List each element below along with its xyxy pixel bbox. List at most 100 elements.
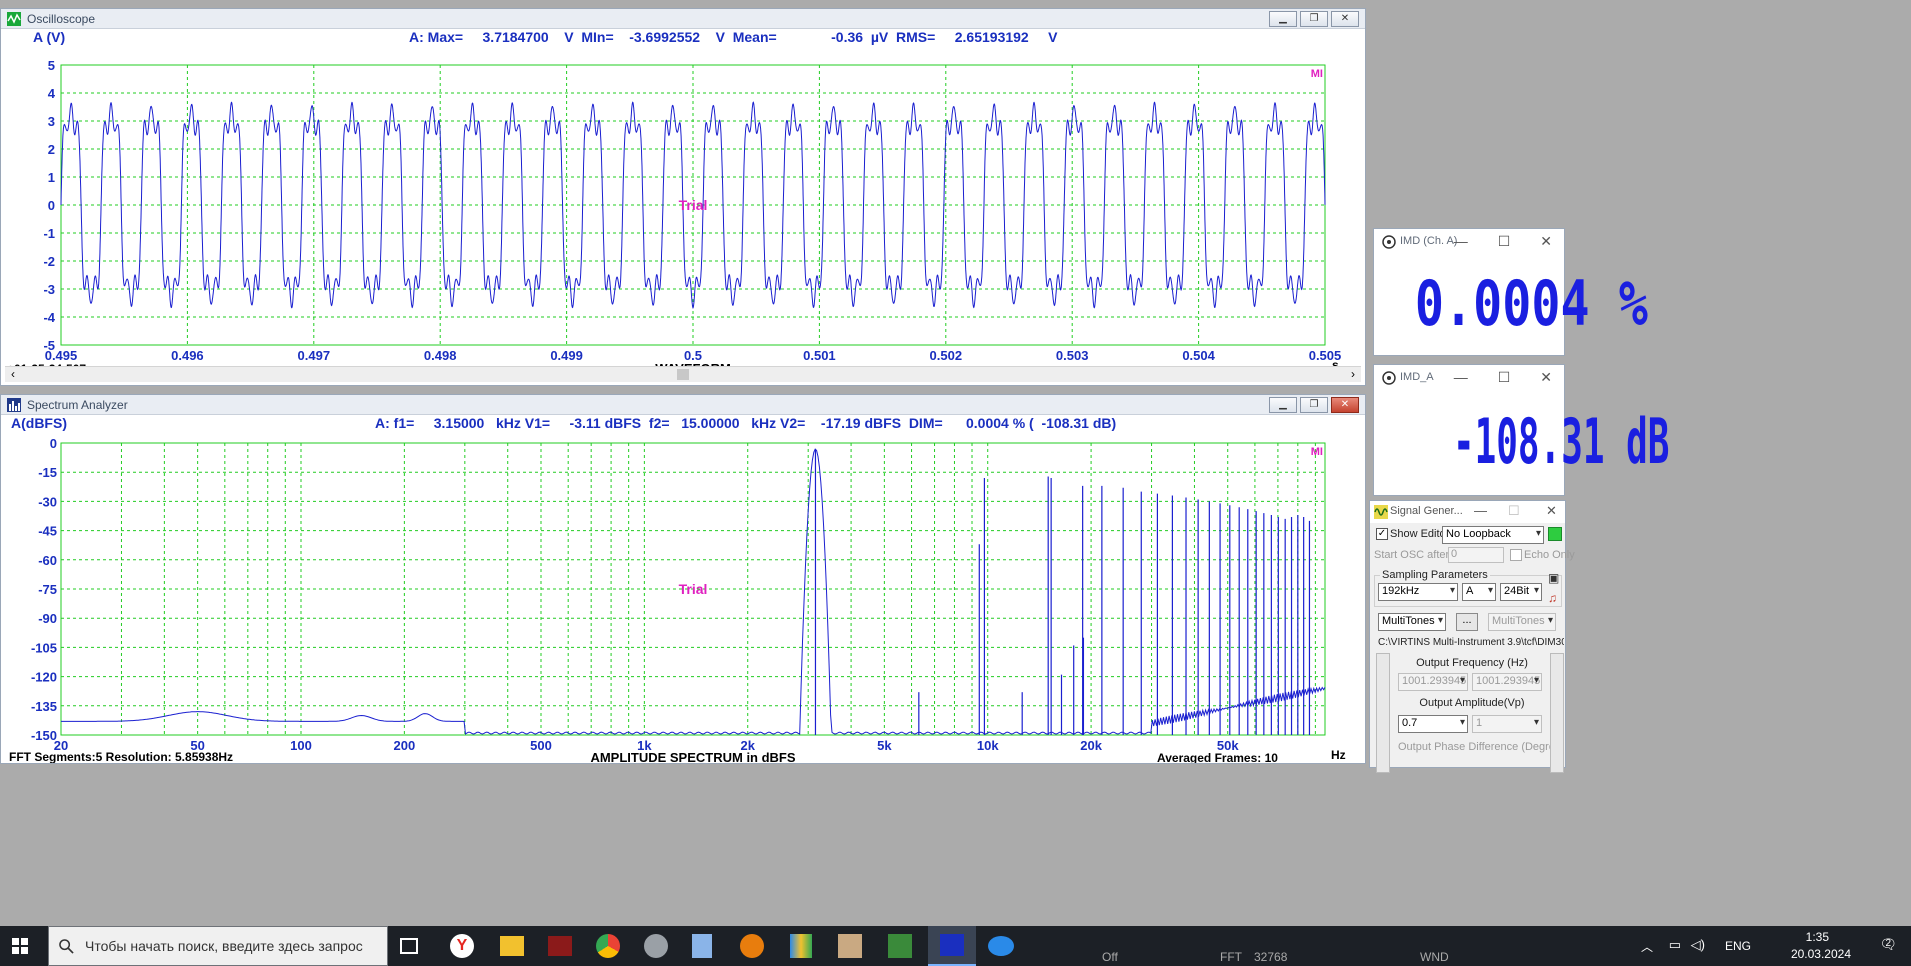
close-button[interactable]: ✕: [1540, 369, 1552, 386]
vertical-slider-left[interactable]: [1376, 653, 1390, 773]
spec-y-tick-label: -30: [38, 494, 57, 509]
windows-start-icon[interactable]: [12, 938, 28, 954]
oscilloscope-app-icon: [7, 12, 21, 26]
save-icon[interactable]: ▣: [1548, 571, 1559, 585]
file-explorer-icon[interactable]: [500, 936, 524, 956]
spec-y-tick-label: -60: [38, 553, 57, 568]
spectrum-titlebar[interactable]: Spectrum Analyzer ▁ ❐ ✕: [1, 395, 1365, 415]
search-placeholder: Чтобы начать поиск, введите здесь запрос: [85, 938, 363, 954]
taskbar-search[interactable]: Чтобы начать поиск, введите здесь запрос: [48, 926, 388, 966]
app-icon-7[interactable]: [988, 936, 1014, 956]
spec-footer-label: AMPLITUDE SPECTRUM in dBFS: [590, 750, 795, 763]
phase-diff-label: Output Phase Difference (Degree): [1398, 741, 1550, 753]
vertical-slider-right[interactable]: [1550, 653, 1564, 773]
generator-on-indicator[interactable]: [1548, 527, 1562, 541]
freq2-select[interactable]: 1001.293945: [1472, 673, 1542, 691]
echo-only-checkbox[interactable]: [1510, 549, 1522, 561]
maximize-button[interactable]: ☐: [1508, 503, 1520, 519]
imd-db-window: IMD_A — ☐ ✕ -108.31 dB: [1373, 364, 1669, 496]
minimize-button[interactable]: ▁: [1269, 11, 1297, 27]
speaker-icon[interactable]: ◁): [1691, 937, 1705, 953]
fft-size-select: 32768: [1254, 950, 1288, 964]
waveform-type-select[interactable]: MultiTones: [1378, 613, 1446, 631]
imd-percent-titlebar[interactable]: IMD (Ch. A) — ☐ ✕: [1374, 229, 1564, 253]
restore-button[interactable]: ❐: [1300, 397, 1328, 413]
app-icon-3[interactable]: [692, 934, 712, 958]
off-select: Off: [1102, 950, 1118, 964]
osc-x-tick-label: 0.503: [1056, 348, 1089, 363]
oscilloscope-titlebar[interactable]: Oscilloscope ▁ ❐ ✕: [1, 9, 1365, 29]
osc-y-tick-label: -2: [43, 254, 55, 269]
imd-percent-window: IMD (Ch. A) — ☐ ✕ 0.0004 %: [1373, 228, 1648, 356]
spec-x-tick-label: 200: [394, 738, 416, 753]
minimize-button[interactable]: ▁: [1269, 397, 1297, 413]
imd-percent-value: 0.0004 %: [1414, 267, 1648, 340]
amp1-select[interactable]: 0.7: [1398, 715, 1468, 733]
app-icon-1[interactable]: [548, 936, 572, 956]
bit-depth-select[interactable]: 24Bit: [1500, 583, 1542, 601]
loopback-select[interactable]: No Loopback: [1442, 526, 1544, 544]
network-icon[interactable]: ▭: [1669, 937, 1681, 953]
osc-y-tick-label: 5: [48, 58, 55, 73]
siggen-title: Signal Gener...: [1390, 505, 1463, 517]
echo-only-label: Echo Only: [1524, 549, 1575, 561]
signal-generator-icon: [1374, 505, 1388, 519]
siggen-titlebar[interactable]: Signal Gener... — ☐ ✕: [1370, 501, 1565, 523]
waveform-type2-select[interactable]: MultiTones: [1488, 613, 1556, 631]
spectrum-window: Spectrum Analyzer ▁ ❐ ✕ A(dBFS) A: f1= 3…: [0, 394, 1366, 764]
notification-count: 2: [1885, 938, 1891, 949]
osc-channel-label: A (V): [33, 29, 66, 45]
minimize-button[interactable]: —: [1454, 233, 1468, 250]
osc-mi-badge: MI: [1311, 68, 1323, 80]
averaged-frames-info: Averaged Frames: 10: [1157, 751, 1278, 763]
app-icon-5[interactable]: [838, 934, 862, 958]
osc-y-tick-label: -3: [43, 282, 55, 297]
scroll-right-icon[interactable]: ›: [1351, 367, 1355, 381]
blender-icon[interactable]: [740, 934, 764, 958]
browse-button[interactable]: ...: [1456, 613, 1478, 631]
minimize-button[interactable]: —: [1474, 503, 1487, 518]
clock-date[interactable]: 20.03.2024: [1791, 947, 1851, 961]
amp2-select[interactable]: 1: [1472, 715, 1542, 733]
multi-instrument-icon[interactable]: [928, 926, 976, 966]
start-osc-input[interactable]: 0: [1448, 547, 1504, 563]
channel-select[interactable]: A: [1462, 583, 1496, 601]
task-view-icon[interactable]: [400, 938, 418, 954]
clock-time[interactable]: 1:35: [1806, 930, 1829, 944]
app-icon-2[interactable]: [644, 934, 668, 958]
tray-chevron-icon[interactable]: ︿: [1641, 938, 1653, 955]
show-editor-checkbox[interactable]: ✓: [1376, 528, 1388, 540]
osc-y-tick-label: 3: [48, 114, 55, 129]
spec-plot[interactable]: 20 50 100 200 500 1k 2k 5k 10k 20k 50k0-15-30-45-6…: [1, 433, 1365, 763]
minimize-button[interactable]: —: [1454, 369, 1468, 386]
close-button[interactable]: ✕: [1331, 397, 1359, 413]
imd-db-title: IMD_A: [1400, 371, 1434, 383]
scroll-thumb[interactable]: [677, 369, 689, 380]
tone-icon[interactable]: ♫: [1548, 591, 1557, 605]
imd-db-titlebar[interactable]: IMD_A — ☐ ✕: [1374, 365, 1564, 389]
oscilloscope-window: Oscilloscope ▁ ❐ ✕ A (V) A: Max= 3.71847…: [0, 8, 1366, 386]
osc-plot[interactable]: 543210-1-2-3-4-50.495 0.496 0.497 0.498 0.49…: [1, 47, 1365, 369]
restore-button[interactable]: ❐: [1300, 11, 1328, 27]
keyboard-language[interactable]: ENG: [1725, 939, 1751, 953]
osc-horizontal-scrollbar[interactable]: ‹ ›: [5, 366, 1361, 382]
close-button[interactable]: ✕: [1546, 503, 1557, 519]
chrome-icon[interactable]: [596, 934, 620, 958]
close-button[interactable]: ✕: [1331, 11, 1359, 27]
yandex-browser-icon[interactable]: Y: [450, 934, 474, 958]
close-button[interactable]: ✕: [1540, 233, 1552, 250]
maximize-button[interactable]: ☐: [1498, 233, 1511, 250]
spec-x-unit: Hz: [1331, 748, 1346, 762]
sample-rate-select[interactable]: 192kHz: [1378, 583, 1458, 601]
maximize-button[interactable]: ☐: [1498, 369, 1511, 386]
spec-stats: A: f1= 3.15000 kHz V1= -3.11 dBFS f2= 15…: [375, 415, 1117, 431]
app-icon-4[interactable]: [790, 934, 812, 958]
fft-label: FFT: [1220, 950, 1242, 964]
app-icon-6[interactable]: [888, 934, 912, 958]
scroll-left-icon[interactable]: ‹: [11, 367, 15, 381]
osc-x-tick-label: 0.497: [298, 348, 331, 363]
freq1-select[interactable]: 1001.293945: [1398, 673, 1468, 691]
spec-y-tick-label: -90: [38, 611, 57, 626]
spec-y-tick-label: -45: [38, 524, 57, 539]
osc-y-tick-label: 4: [48, 86, 56, 101]
